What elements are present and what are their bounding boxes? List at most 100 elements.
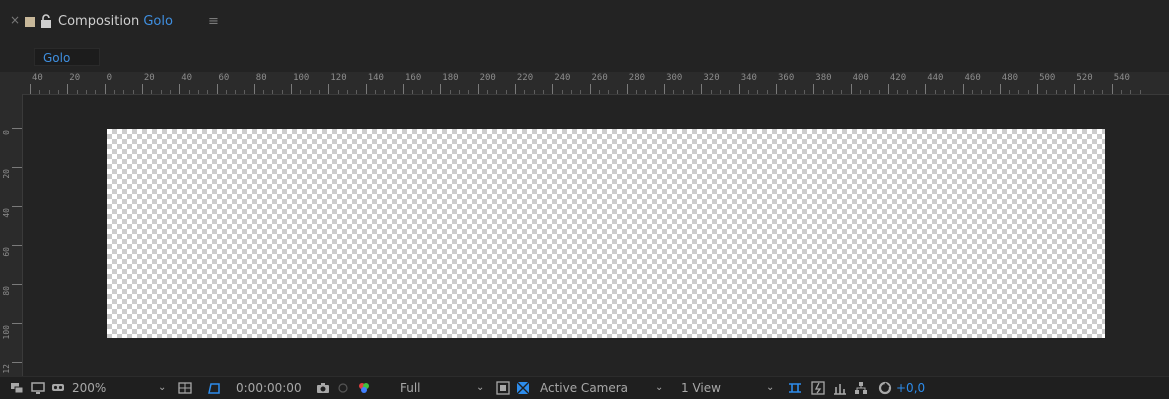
fit-frame-icon[interactable] xyxy=(178,381,192,395)
ruler-minor-tick xyxy=(1018,90,1020,94)
ruler-minor-tick xyxy=(934,90,936,94)
ruler-minor-tick xyxy=(169,90,171,94)
ruler-minor-tick xyxy=(720,90,722,94)
always-preview-icon[interactable] xyxy=(10,381,24,395)
mask-visibility-icon[interactable] xyxy=(207,381,221,395)
flowchart-icon[interactable] xyxy=(854,381,868,395)
ruler-major-tick xyxy=(253,84,255,94)
ruler-major-tick xyxy=(179,84,181,94)
ruler-minor-tick xyxy=(794,90,796,94)
ruler-minor-tick xyxy=(636,90,638,94)
composition-subtab[interactable]: Golo xyxy=(34,48,100,66)
ruler-label: 500 xyxy=(1039,73,1056,83)
ruler-major-tick xyxy=(12,362,22,363)
ruler-major-tick xyxy=(701,84,703,94)
ruler-minor-tick xyxy=(878,90,880,94)
zoom-chevron-down-icon[interactable]: ⌄ xyxy=(158,380,166,396)
ruler-minor-tick xyxy=(244,90,246,94)
ruler-minor-tick xyxy=(897,90,899,94)
composition-name: Golo xyxy=(143,14,173,29)
camera-select[interactable]: Active Camera xyxy=(540,380,628,396)
ruler-major-tick xyxy=(403,84,404,94)
ruler-minor-tick xyxy=(608,90,610,94)
ruler-major-tick xyxy=(12,128,22,129)
ruler-major-tick xyxy=(30,84,31,94)
resolution-select[interactable]: Full xyxy=(400,380,421,396)
reset-exposure-icon[interactable] xyxy=(878,381,892,395)
resolution-chevron-down-icon[interactable]: ⌄ xyxy=(476,380,484,396)
vr-headset-icon[interactable] xyxy=(51,381,65,395)
ruler-minor-tick xyxy=(533,90,535,94)
close-tab-icon[interactable]: × xyxy=(10,13,20,27)
ruler-minor-tick xyxy=(766,90,768,94)
panel-menu-icon[interactable]: ≡ xyxy=(208,14,219,29)
ruler-label: 40 xyxy=(2,208,11,218)
ruler-label: 360 xyxy=(778,73,795,83)
ruler-minor-tick xyxy=(1055,90,1057,94)
monitor-icon[interactable] xyxy=(31,381,45,395)
ruler-minor-tick xyxy=(1139,90,1141,94)
ruler-minor-tick xyxy=(953,90,955,94)
ruler-major-tick xyxy=(552,84,554,94)
region-of-interest-icon[interactable] xyxy=(496,381,510,395)
ruler-minor-tick xyxy=(1046,90,1048,94)
ruler-major-tick xyxy=(999,84,1001,94)
toggle-pixel-aspect-icon[interactable] xyxy=(788,381,802,395)
snapshot-camera-icon[interactable] xyxy=(316,381,330,395)
timeline-icon[interactable] xyxy=(833,381,847,395)
ruler-major-tick xyxy=(664,84,666,94)
composition-tab-title[interactable]: Composition Golo xyxy=(58,14,173,29)
show-snapshot-icon[interactable] xyxy=(336,381,350,395)
ruler-minor-tick xyxy=(496,90,498,94)
ruler-minor-tick xyxy=(822,90,824,94)
ruler-label: 540 xyxy=(1113,73,1130,83)
ruler-minor-tick xyxy=(654,90,656,94)
ruler-major-tick xyxy=(12,323,22,324)
ruler-minor-tick xyxy=(859,90,861,94)
ruler-minor-tick xyxy=(869,90,871,94)
ruler-minor-tick xyxy=(412,90,414,94)
ruler-minor-tick xyxy=(692,90,694,94)
ruler-major-tick xyxy=(850,84,852,94)
ruler-minor-tick xyxy=(1121,90,1123,94)
composition-canvas-transparency-grid[interactable] xyxy=(107,129,1105,338)
transparency-grid-icon[interactable] xyxy=(516,381,530,395)
ruler-major-tick xyxy=(141,84,143,94)
ruler-minor-tick xyxy=(468,90,470,94)
ruler-label: 280 xyxy=(628,73,646,83)
view-layout-chevron-down-icon[interactable]: ⌄ xyxy=(766,380,774,396)
ruler-label: 0 xyxy=(2,130,11,135)
ruler-major-tick xyxy=(738,84,740,94)
ruler-minor-tick xyxy=(319,90,321,94)
ruler-label: 480 xyxy=(1001,73,1019,83)
color-channels-icon[interactable] xyxy=(357,381,371,395)
lock-icon[interactable] xyxy=(40,14,52,28)
camera-chevron-down-icon[interactable]: ⌄ xyxy=(655,380,663,396)
ruler-label: 40 xyxy=(181,73,193,83)
ruler-minor-tick xyxy=(207,90,209,94)
fast-previews-icon[interactable] xyxy=(811,381,825,395)
view-layout-select[interactable]: 1 View xyxy=(681,380,721,396)
ruler-minor-tick xyxy=(39,90,41,94)
exposure-value[interactable]: +0,0 xyxy=(896,380,925,396)
ruler-minor-tick xyxy=(1027,90,1029,94)
ruler-minor-tick xyxy=(85,90,87,94)
ruler-minor-tick xyxy=(347,90,349,94)
ruler-minor-tick xyxy=(123,90,125,94)
ruler-label: 380 xyxy=(815,73,832,83)
ruler-minor-tick xyxy=(1009,90,1011,94)
ruler-minor-tick xyxy=(1083,90,1085,94)
ruler-minor-tick xyxy=(1093,90,1095,94)
ruler-minor-tick xyxy=(48,90,50,94)
ruler-minor-tick xyxy=(748,90,750,94)
current-time[interactable]: 0:00:00:00 xyxy=(236,380,302,396)
ruler-major-tick xyxy=(477,84,479,94)
ruler-major-tick xyxy=(962,84,964,94)
ruler-label: 60 xyxy=(218,73,230,83)
ruler-minor-tick xyxy=(505,90,507,94)
ruler-minor-tick xyxy=(281,90,283,94)
ruler-minor-tick xyxy=(943,90,945,94)
ruler-label: 20 xyxy=(69,73,81,83)
zoom-select[interactable]: 200% xyxy=(72,380,106,396)
composition-color-swatch xyxy=(25,17,35,27)
